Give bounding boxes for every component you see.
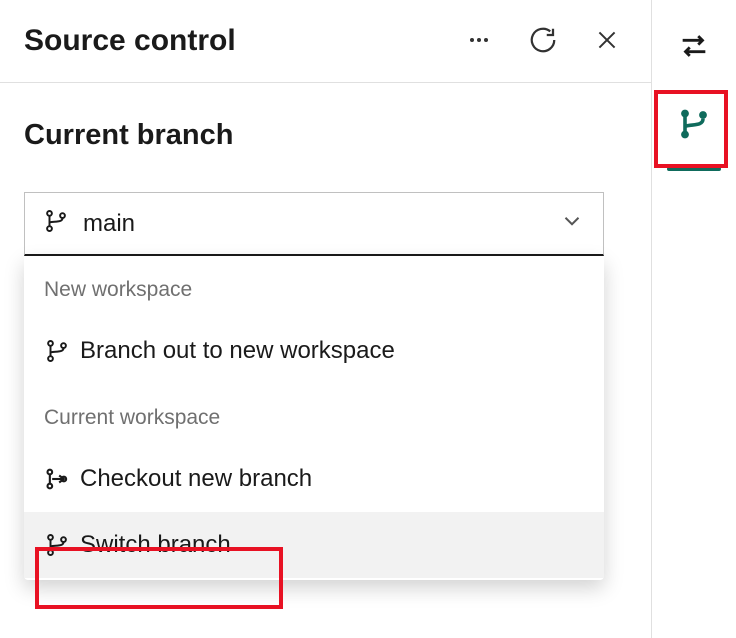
- pane-title: Source control: [24, 24, 463, 58]
- close-button[interactable]: [591, 25, 623, 57]
- section-title: Current branch: [24, 119, 627, 152]
- pane-header: Source control: [0, 0, 651, 83]
- active-indicator: [667, 167, 721, 171]
- refresh-icon: [528, 25, 558, 58]
- git-branch-icon: [43, 208, 69, 239]
- selected-branch-label: main: [83, 210, 559, 238]
- menu-heading-new-workspace: New workspace: [24, 256, 604, 318]
- chevron-down-icon: [559, 208, 585, 239]
- menu-item-branch-out[interactable]: Branch out to new workspace: [24, 318, 604, 384]
- source-control-rail-button[interactable]: [658, 98, 730, 178]
- menu-item-label: Checkout new branch: [80, 465, 584, 493]
- menu-item-switch-branch[interactable]: Switch branch: [24, 512, 604, 578]
- header-actions: [463, 25, 623, 57]
- git-branch-icon: [44, 338, 80, 364]
- content-area: Current branch main New workspace Branch…: [0, 83, 651, 604]
- menu-item-label: Branch out to new workspace: [80, 337, 584, 365]
- more-icon: [467, 28, 491, 55]
- close-icon: [594, 27, 620, 56]
- git-branch-icon: [44, 532, 80, 558]
- branch-dropdown-menu: New workspace Branch out to new workspac…: [24, 256, 604, 580]
- swap-icon: [677, 29, 711, 68]
- source-control-pane: Source control Current branch: [0, 0, 652, 638]
- menu-item-checkout[interactable]: Checkout new branch: [24, 446, 604, 512]
- menu-item-label: Switch branch: [80, 531, 584, 559]
- right-rail: [652, 0, 736, 638]
- branch-dropdown[interactable]: main: [24, 192, 604, 256]
- more-button[interactable]: [463, 25, 495, 57]
- git-checkout-icon: [44, 465, 80, 493]
- refresh-button[interactable]: [527, 25, 559, 57]
- git-branch-icon: [676, 106, 712, 147]
- menu-heading-current-workspace: Current workspace: [24, 384, 604, 446]
- swap-button[interactable]: [674, 28, 714, 68]
